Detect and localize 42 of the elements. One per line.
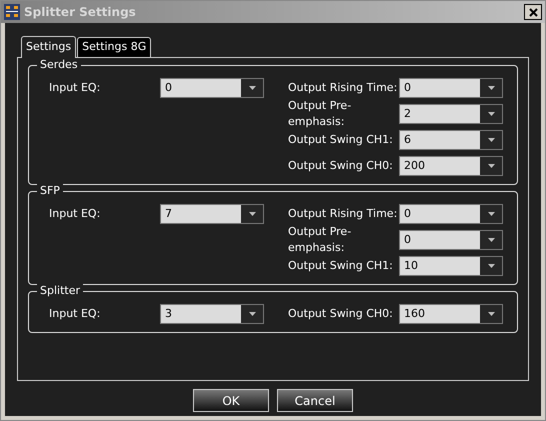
dropdown[interactable]: 0 [399,204,503,224]
tab[interactable]: Settings 8G [77,37,152,57]
field-label: Input EQ: [49,306,102,322]
dialog-button[interactable]: Cancel [277,389,353,412]
dropdown[interactable]: 3 [160,304,264,324]
dropdown-arrow-icon [488,238,494,242]
dropdown-arrow-icon [488,264,494,268]
dropdown-arrow-icon [488,312,494,316]
close-button[interactable] [524,4,542,20]
dropdown[interactable]: 6 [399,130,503,150]
dropdown[interactable]: 0 [399,230,503,250]
field-label: Output Pre-emphasis: [288,98,352,130]
dialog-button[interactable]: OK [193,389,269,412]
field-label: Output Swing CH0: [288,158,394,174]
dropdown-arrow-icon [488,86,494,90]
dropdown-arrow-icon [488,138,494,142]
app-icon [4,4,20,20]
dropdown[interactable]: 200 [399,156,503,176]
field-label: Output Swing CH1: [288,258,394,274]
dropdown-arrow-icon [248,212,256,216]
dropdown[interactable]: 7 [160,204,264,224]
dropdown-arrow-icon [248,86,256,90]
dropdown-arrow-icon [488,112,494,116]
dropdown[interactable]: 0 [399,78,503,98]
dropdown-arrow-icon [488,164,494,168]
dropdown[interactable]: 160 [399,304,503,324]
group-title: Splitter [37,284,83,298]
close-icon [528,8,538,18]
field-label: Output Swing CH1: [288,132,394,148]
dropdown[interactable]: 0 [160,78,264,98]
dropdown[interactable]: 2 [399,104,503,124]
dropdown-arrow-icon [488,212,494,216]
window-title: Splitter Settings [24,4,136,21]
field-label: Output Swing CH0: [288,306,394,322]
field-label: Output Rising Time: [288,206,398,222]
field-label: Output Pre-emphasis: [288,224,352,256]
field-label: Input EQ: [49,80,102,96]
dropdown-arrow-icon [248,312,256,316]
field-label: Output Rising Time: [288,80,398,96]
field-label: Input EQ: [49,206,102,222]
tab[interactable]: Settings [21,36,76,58]
dropdown[interactable]: 10 [399,256,503,276]
